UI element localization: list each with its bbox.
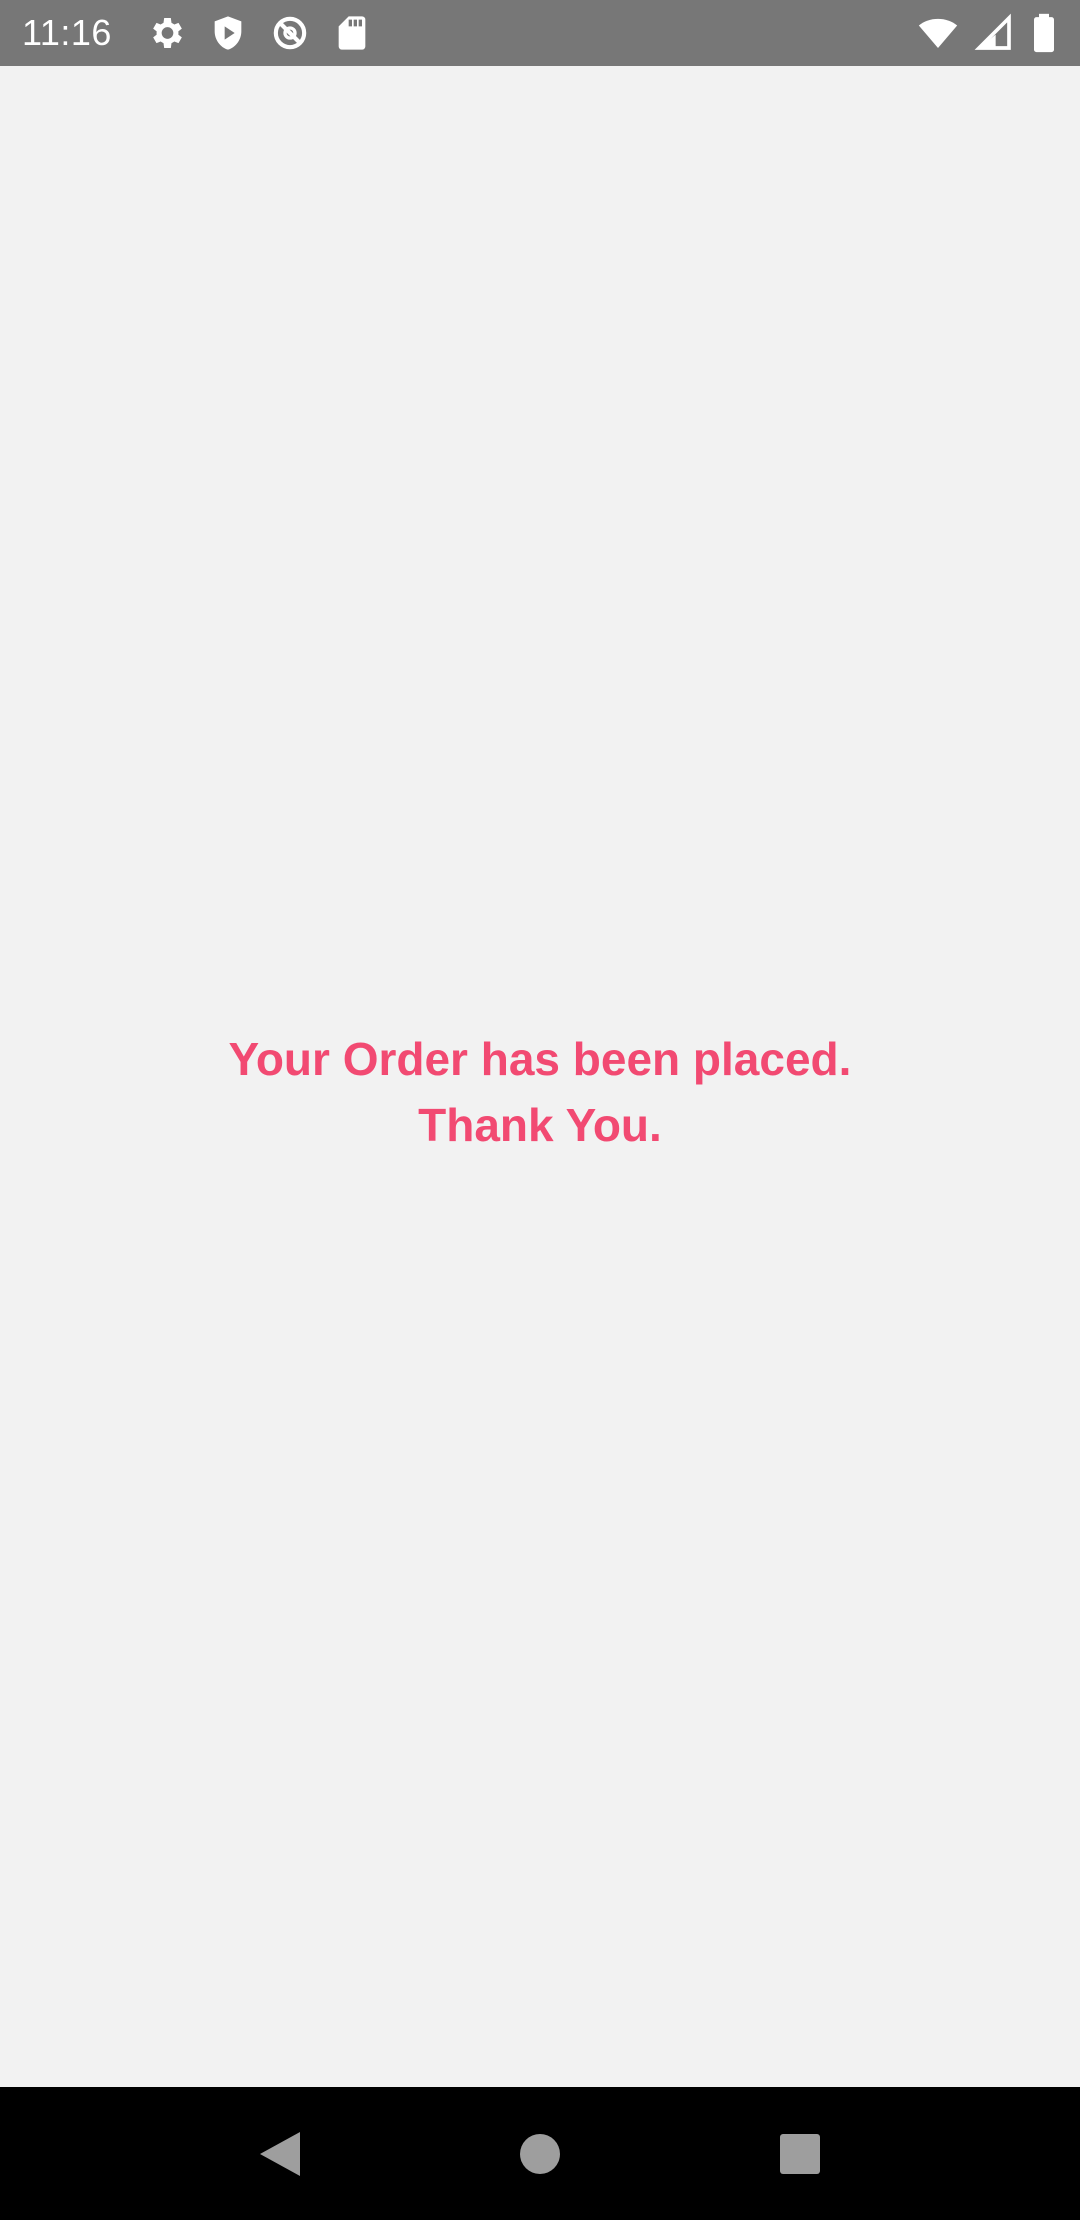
home-button[interactable] bbox=[500, 2114, 580, 2194]
recents-icon bbox=[780, 2133, 820, 2174]
cell-signal-icon bbox=[974, 13, 1014, 53]
wifi-icon bbox=[918, 13, 958, 53]
back-button[interactable] bbox=[240, 2114, 320, 2194]
status-bar: 11:16 bbox=[0, 0, 1080, 66]
home-icon bbox=[520, 2133, 560, 2174]
no-sync-icon bbox=[270, 13, 310, 53]
order-confirmation-message: Your Order has been placed. Thank You. bbox=[229, 1026, 852, 1158]
order-confirmation-screen: Your Order has been placed. Thank You. bbox=[0, 66, 1080, 2087]
back-icon bbox=[260, 2131, 300, 2176]
navigation-bar bbox=[0, 2087, 1080, 2220]
status-left: 11:16 bbox=[22, 12, 394, 54]
shield-icon bbox=[208, 13, 248, 53]
recents-button[interactable] bbox=[760, 2114, 840, 2194]
order-placed-text: Your Order has been placed. bbox=[228, 1032, 852, 1085]
thank-you-text: Thank You. bbox=[418, 1098, 662, 1151]
battery-icon bbox=[1030, 13, 1058, 53]
status-right bbox=[902, 13, 1058, 53]
gear-icon bbox=[146, 13, 186, 53]
sd-card-icon bbox=[332, 13, 372, 53]
status-time: 11:16 bbox=[22, 12, 112, 53]
